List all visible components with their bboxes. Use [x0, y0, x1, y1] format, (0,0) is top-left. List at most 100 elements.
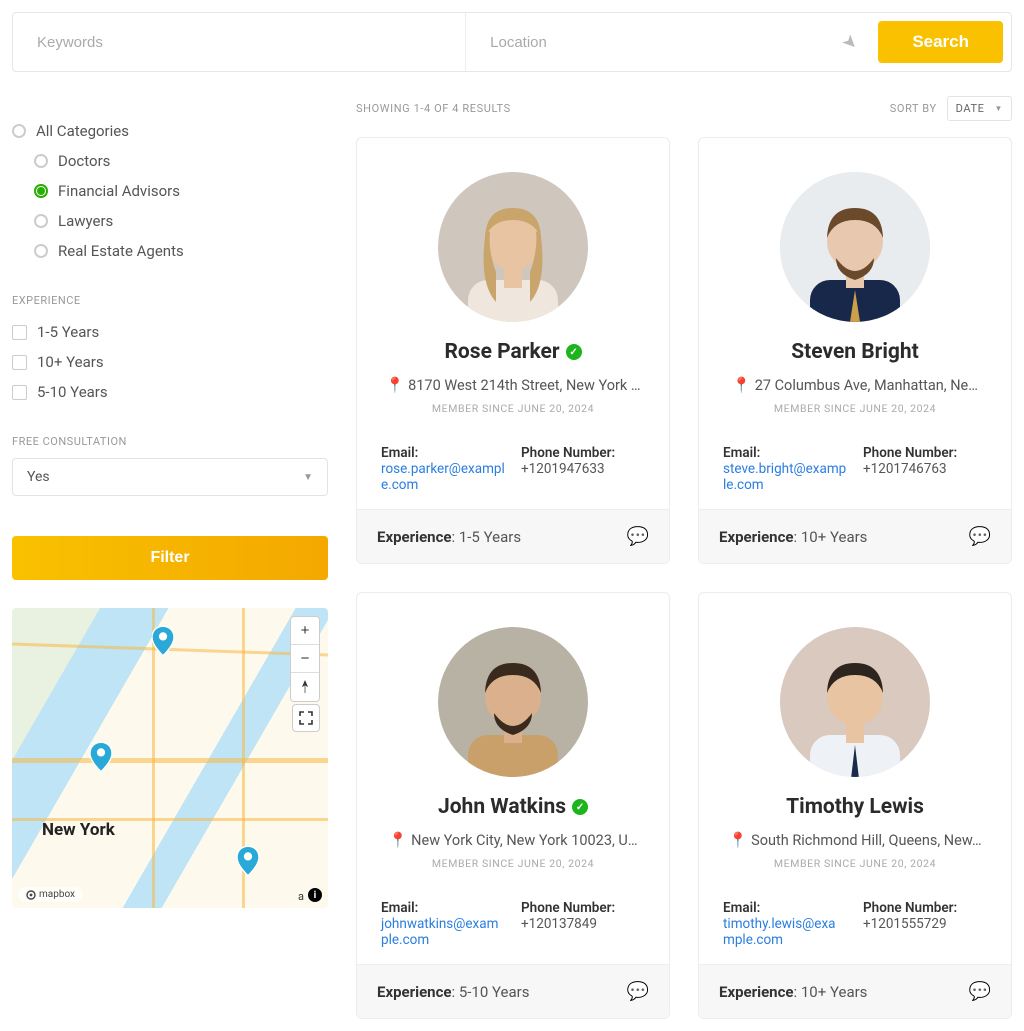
avatar[interactable]: [780, 172, 930, 322]
email-link[interactable]: steve.bright@example.com: [723, 461, 846, 493]
comment-icon[interactable]: 💬: [627, 526, 649, 547]
radio-icon: [34, 154, 48, 168]
results-area: SHOWING 1-4 OF 4 RESULTS SORT BY DATE ▼ …: [356, 96, 1012, 1019]
phone-label: Phone Number:: [863, 900, 957, 916]
experience-option[interactable]: 10+ Years: [12, 347, 328, 377]
map-pin-icon[interactable]: [90, 742, 112, 772]
result-card: Timothy Lewis 📍South Richmond Hill, Quee…: [698, 592, 1012, 1019]
profile-address: 📍New York City, New York 10023, U…: [381, 831, 645, 849]
member-since: MEMBER SINCE JUNE 20, 2024: [723, 857, 987, 870]
category-label: Doctors: [58, 152, 110, 170]
email-label: Email:: [381, 900, 418, 916]
result-card: Steven Bright 📍27 Columbus Ave, Manhatta…: [698, 137, 1012, 564]
member-since: MEMBER SINCE JUNE 20, 2024: [381, 857, 645, 870]
profile-name[interactable]: Rose Parker ✓: [444, 340, 581, 364]
filter-button[interactable]: Filter: [12, 536, 328, 580]
location-pin-icon: 📍: [728, 831, 747, 849]
verified-icon: ✓: [572, 799, 588, 815]
phone-value: +1201746763: [863, 461, 947, 477]
map-pin-icon[interactable]: [152, 626, 174, 656]
comment-icon[interactable]: 💬: [627, 981, 649, 1002]
verified-icon: ✓: [566, 344, 582, 360]
map-controls: + −: [290, 616, 320, 702]
member-since: MEMBER SINCE JUNE 20, 2024: [381, 402, 645, 415]
map-info-icon[interactable]: i: [308, 888, 322, 902]
category-all[interactable]: All Categories: [12, 116, 328, 146]
compass-button[interactable]: [291, 673, 319, 701]
locate-icon[interactable]: ➤: [829, 20, 872, 63]
search-button[interactable]: Search: [878, 21, 1003, 63]
sort-control: SORT BY DATE ▼: [890, 96, 1012, 121]
checkbox-icon: [12, 355, 27, 370]
comment-icon[interactable]: 💬: [969, 981, 991, 1002]
profile-address: 📍South Richmond Hill, Queens, New…: [723, 831, 987, 849]
location-input[interactable]: [466, 34, 830, 51]
card-footer: Experience: 1-5 Years 💬: [357, 509, 669, 563]
radio-icon: [34, 184, 48, 198]
radio-icon: [12, 124, 26, 138]
free-consult-select[interactable]: Yes ▼: [12, 458, 328, 496]
category-label: Real Estate Agents: [58, 242, 184, 260]
category-label: All Categories: [36, 122, 129, 140]
map-city-label: New York: [42, 820, 115, 840]
profile-address: 📍27 Columbus Ave, Manhattan, Ne…: [723, 376, 987, 394]
email-link[interactable]: rose.parker@example.com: [381, 461, 505, 493]
avatar[interactable]: [438, 172, 588, 322]
phone-value: +1201555729: [863, 916, 947, 932]
location-pin-icon: 📍: [385, 376, 404, 394]
category-item[interactable]: Doctors: [12, 146, 328, 176]
category-item[interactable]: Financial Advisors: [12, 176, 328, 206]
location-pin-icon: 📍: [732, 376, 751, 394]
experience-label: 5-10 Years: [37, 383, 108, 401]
map-extra: a: [298, 890, 304, 903]
keywords-input[interactable]: [13, 13, 466, 71]
checkbox-icon: [12, 325, 27, 340]
free-consult-value: Yes: [27, 469, 50, 485]
sidebar: All Categories Doctors Financial Advisor…: [12, 96, 328, 1019]
experience-option[interactable]: 5-10 Years: [12, 377, 328, 407]
map-attribution[interactable]: mapbox: [18, 887, 83, 902]
results-count: SHOWING 1-4 OF 4 RESULTS: [356, 102, 511, 115]
result-card: John Watkins ✓ 📍New York City, New York …: [356, 592, 670, 1019]
email-link[interactable]: timothy.lewis@example.com: [723, 916, 836, 948]
sort-select[interactable]: DATE ▼: [947, 96, 1012, 121]
phone-value: +1201947633: [521, 461, 605, 477]
email-label: Email:: [381, 445, 418, 461]
experience-heading: EXPERIENCE: [12, 294, 328, 307]
phone-label: Phone Number:: [863, 445, 957, 461]
card-footer: Experience: 10+ Years 💬: [699, 964, 1011, 1018]
experience-option[interactable]: 1-5 Years: [12, 317, 328, 347]
caret-icon: ▼: [994, 104, 1003, 113]
email-label: Email:: [723, 900, 760, 916]
profile-name[interactable]: Steven Bright: [791, 340, 919, 364]
map[interactable]: New York mapbox i a + −: [12, 608, 328, 908]
profile-name[interactable]: John Watkins ✓: [438, 795, 588, 819]
comment-icon[interactable]: 💬: [969, 526, 991, 547]
email-link[interactable]: johnwatkins@example.com: [381, 916, 498, 948]
category-label: Financial Advisors: [58, 182, 180, 200]
member-since: MEMBER SINCE JUNE 20, 2024: [723, 402, 987, 415]
card-footer: Experience: 10+ Years 💬: [699, 509, 1011, 563]
radio-icon: [34, 214, 48, 228]
zoom-in-button[interactable]: +: [291, 617, 319, 645]
experience-label: 10+ Years: [37, 353, 104, 371]
zoom-out-button[interactable]: −: [291, 645, 319, 673]
email-label: Email:: [723, 445, 760, 461]
profile-name[interactable]: Timothy Lewis: [786, 795, 924, 819]
category-list: All Categories Doctors Financial Advisor…: [12, 116, 328, 266]
free-consult-heading: FREE CONSULTATION: [12, 435, 328, 448]
experience-label: 1-5 Years: [37, 323, 99, 341]
caret-icon: ▼: [303, 472, 313, 483]
phone-label: Phone Number:: [521, 900, 615, 916]
avatar[interactable]: [780, 627, 930, 777]
category-item[interactable]: Real Estate Agents: [12, 236, 328, 266]
card-footer: Experience: 5-10 Years 💬: [357, 964, 669, 1018]
fullscreen-button[interactable]: [292, 704, 320, 732]
radio-icon: [34, 244, 48, 258]
checkbox-icon: [12, 385, 27, 400]
map-pin-icon[interactable]: [237, 846, 259, 876]
category-item[interactable]: Lawyers: [12, 206, 328, 236]
category-label: Lawyers: [58, 212, 113, 230]
sort-label: SORT BY: [890, 102, 937, 115]
avatar[interactable]: [438, 627, 588, 777]
